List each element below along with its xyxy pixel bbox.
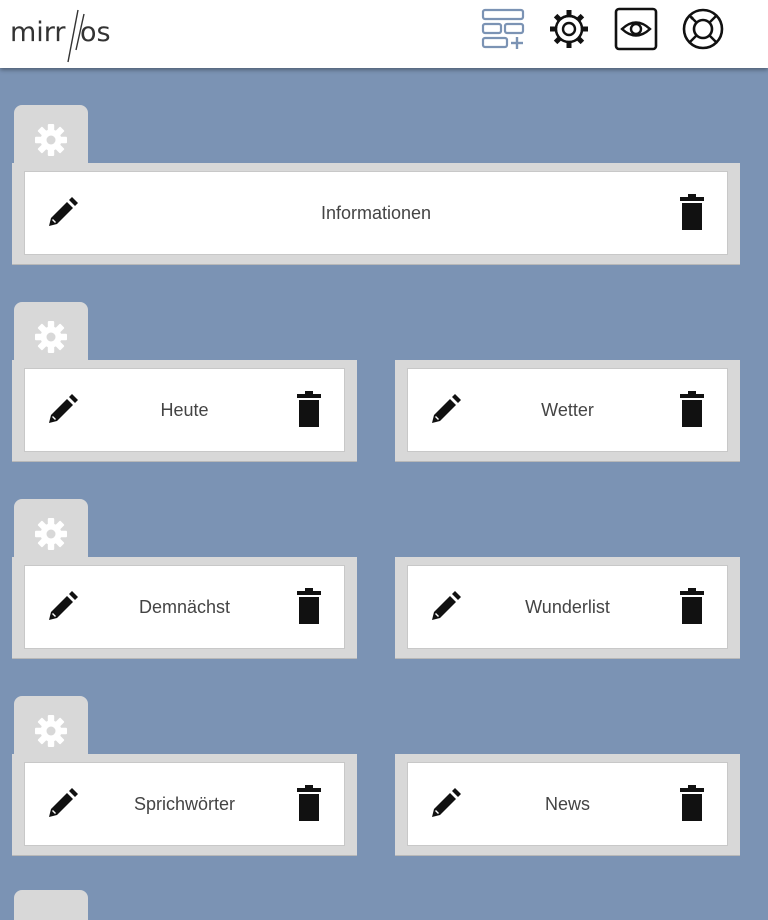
pencil-icon[interactable]	[45, 590, 79, 624]
module-card-body: Demnächst	[24, 565, 345, 649]
logo: mirr os	[10, 9, 111, 63]
pencil-icon[interactable]	[428, 393, 462, 427]
gear-icon	[35, 321, 67, 353]
help-button[interactable]	[680, 6, 726, 52]
module-card-body: Wunderlist	[407, 565, 728, 649]
trash-icon[interactable]	[677, 785, 707, 821]
module-card: Wetter	[395, 360, 740, 462]
settings-button[interactable]	[546, 6, 592, 52]
add-layout-icon	[481, 8, 525, 49]
pencil-icon[interactable]	[45, 393, 79, 427]
add-layout-button[interactable]	[480, 6, 526, 52]
module-name: Informationen	[320, 202, 432, 223]
module-card-body: Heute	[24, 368, 345, 452]
module-card-body: Sprichwörter	[24, 762, 345, 846]
trash-icon[interactable]	[677, 391, 707, 427]
row-settings-tab[interactable]	[14, 105, 88, 165]
eye-icon	[614, 7, 658, 51]
row-settings-tab[interactable]	[14, 890, 88, 920]
logo-text-os: os	[80, 17, 111, 48]
module-card: Informationen	[12, 163, 740, 265]
gear-icon	[550, 10, 588, 48]
pencil-icon[interactable]	[45, 787, 79, 821]
module-card-body: Wetter	[407, 368, 728, 452]
logo-text-mirr: mirr	[10, 17, 66, 48]
row-settings-tab[interactable]	[14, 302, 88, 362]
module-card: Sprichwörter	[12, 754, 357, 856]
trash-icon[interactable]	[294, 785, 324, 821]
pencil-icon[interactable]	[428, 787, 462, 821]
gear-icon	[35, 124, 67, 156]
pencil-icon[interactable]	[428, 590, 462, 624]
trash-icon[interactable]	[294, 588, 324, 624]
gear-icon	[35, 715, 67, 747]
module-card-body: News	[407, 762, 728, 846]
module-card-body: Informationen	[24, 171, 728, 255]
module-card: Heute	[12, 360, 357, 462]
trash-icon[interactable]	[677, 588, 707, 624]
row-settings-tab[interactable]	[14, 696, 88, 756]
trash-icon[interactable]	[294, 391, 324, 427]
lifebuoy-icon	[682, 8, 724, 50]
top-bar: mirr os	[0, 0, 768, 68]
preview-button[interactable]	[613, 6, 659, 52]
pencil-icon[interactable]	[45, 196, 79, 230]
module-card: Demnächst	[12, 557, 357, 659]
module-card: Wunderlist	[395, 557, 740, 659]
module-card: News	[395, 754, 740, 856]
gear-icon	[35, 518, 67, 550]
row-settings-tab[interactable]	[14, 499, 88, 559]
trash-icon[interactable]	[677, 194, 707, 230]
